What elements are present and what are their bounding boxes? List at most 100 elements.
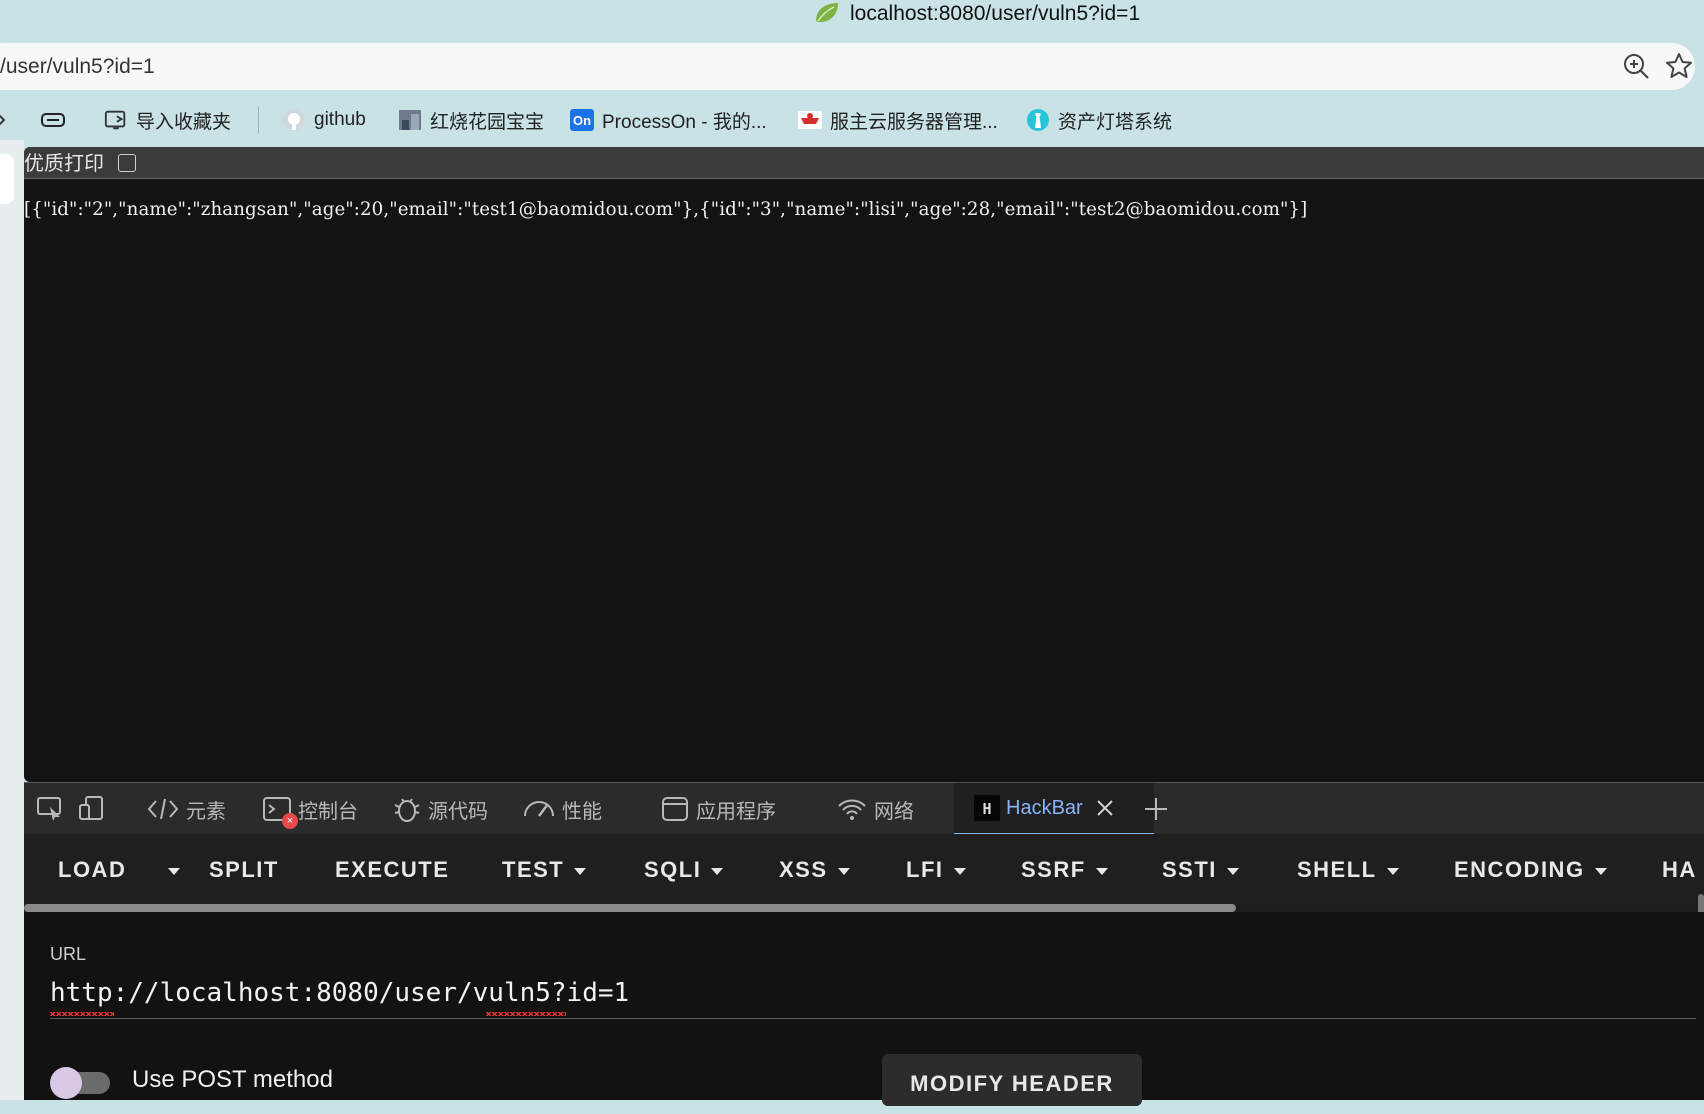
pretty-print-checkbox[interactable] xyxy=(118,154,136,172)
tab-label: HackBar xyxy=(1006,796,1083,819)
inspect-icon[interactable] xyxy=(36,795,64,823)
console-error-badge: × xyxy=(282,813,298,829)
post-toggle-knob[interactable] xyxy=(50,1067,82,1099)
menu-label: ENCODING xyxy=(1454,857,1585,882)
chevron-down-icon xyxy=(837,867,850,875)
chevron-down-icon xyxy=(953,867,966,875)
chevron-down-icon xyxy=(711,867,724,875)
tab-sources[interactable]: 源代码 xyxy=(392,783,488,835)
bookmark-garden[interactable]: 红烧花园宝宝 xyxy=(398,100,544,140)
bookmark-processon[interactable]: On ProcessOn - 我的... xyxy=(570,100,767,140)
sidebar-handle[interactable] xyxy=(0,154,14,204)
bookmarks-bar: 导入收藏夹 github 红烧花园宝宝 On ProcessOn - 我的...… xyxy=(0,100,1704,140)
chevron-down-icon xyxy=(574,867,587,875)
lfi-menu[interactable]: LFI xyxy=(906,852,966,888)
menu-label: SSTI xyxy=(1162,857,1217,882)
cloud-icon xyxy=(798,108,822,132)
bookmark-label: 导入收藏夹 xyxy=(136,111,232,133)
devtools-tab-bar: 元素 控制台 × 源代码 性能 应用程序 网络 H HackBar xyxy=(24,782,1704,835)
bookmark-label: 红烧花园宝宝 xyxy=(430,111,545,133)
close-icon[interactable] xyxy=(1095,798,1115,818)
device-toolbar-icon[interactable] xyxy=(78,795,106,823)
window-title: localhost:8080/user/vuln5?id=1 xyxy=(850,2,1141,25)
chevron-down-icon xyxy=(168,867,180,875)
lighthouse-icon xyxy=(1026,108,1050,132)
address-bar[interactable]: /user/vuln5?id=1 xyxy=(0,43,1695,90)
tab-label: 网络 xyxy=(874,800,914,823)
load-dropdown-button[interactable] xyxy=(158,852,180,888)
wifi-icon xyxy=(838,799,866,820)
bug-icon xyxy=(394,798,420,822)
pretty-print-label: 优质打印 xyxy=(24,151,104,175)
chevron-down-icon xyxy=(1386,867,1399,875)
url-input[interactable]: http://localhost:8080/user/vuln5?id=1 xyxy=(50,978,629,1008)
github-icon xyxy=(282,108,306,132)
bookmark-label: ProcessOn - 我的... xyxy=(602,111,767,133)
tab-label: 控制台 xyxy=(298,800,358,823)
tab-label: 性能 xyxy=(562,800,602,823)
tab-actions-icon[interactable] xyxy=(40,109,66,131)
bookmark-import[interactable]: 导入收藏夹 xyxy=(104,100,231,140)
url-label: URL xyxy=(50,944,87,964)
menu-label: LFI xyxy=(906,857,944,882)
overflow-icon[interactable] xyxy=(0,110,8,130)
modify-header-button[interactable]: MODIFY HEADER xyxy=(882,1054,1142,1106)
tab-elements[interactable]: 元素 xyxy=(146,783,226,835)
add-tab-icon[interactable] xyxy=(1142,795,1170,823)
menu-label: XSS xyxy=(779,857,828,882)
xss-menu[interactable]: XSS xyxy=(779,852,850,888)
code-icon xyxy=(147,798,179,820)
ssrf-menu[interactable]: SSRF xyxy=(1021,852,1108,888)
execute-button[interactable]: EXECUTE xyxy=(335,852,449,888)
devtools-panel: 元素 控制台 × 源代码 性能 应用程序 网络 H HackBar LOAD S… xyxy=(24,782,1704,1106)
url-underline xyxy=(50,1018,1696,1019)
hackbar-body: URL http://localhost:8080/user/vuln5?id=… xyxy=(24,912,1704,1106)
sqli-menu[interactable]: SQLI xyxy=(644,852,724,888)
load-button[interactable]: LOAD xyxy=(58,852,126,888)
test-menu[interactable]: TEST xyxy=(502,852,587,888)
image-icon xyxy=(398,108,422,132)
horizontal-scrollbar[interactable] xyxy=(24,904,1236,912)
sidebar-strip xyxy=(0,140,24,1100)
spring-leaf-icon xyxy=(816,3,838,23)
page-viewport: 优质打印 [{"id":"2","name":"zhangsan","age":… xyxy=(24,147,1704,782)
tab-application[interactable]: 应用程序 xyxy=(660,783,776,835)
shell-menu[interactable]: SHELL xyxy=(1297,852,1399,888)
bookmark-lighthouse[interactable]: 资产灯塔系统 xyxy=(1026,100,1172,140)
encoding-menu[interactable]: ENCODING xyxy=(1454,852,1607,888)
ha-menu[interactable]: HA xyxy=(1662,852,1697,888)
ssti-menu[interactable]: SSTI xyxy=(1162,852,1239,888)
window-title-bar: localhost:8080/user/vuln5?id=1 xyxy=(0,0,1704,40)
menu-label: SQLI xyxy=(644,857,702,882)
tab-label: 元素 xyxy=(186,800,226,823)
tab-network[interactable]: 网络 xyxy=(836,783,914,835)
import-icon xyxy=(104,108,128,132)
spellcheck-underline xyxy=(50,1012,114,1016)
bookmark-label: github xyxy=(314,109,366,130)
tab-console[interactable]: 控制台 xyxy=(262,783,358,835)
menu-label: SSRF xyxy=(1021,857,1086,882)
spellcheck-underline xyxy=(486,1012,566,1016)
bookmarks-divider xyxy=(258,107,259,133)
hackbar-toolbar: LOAD SPLIT EXECUTE TEST SQLI XSS LFI SSR… xyxy=(24,834,1704,954)
svg-text:H: H xyxy=(982,800,991,818)
bookmark-github[interactable]: github xyxy=(282,100,366,140)
chevron-down-icon xyxy=(1095,867,1108,875)
zoom-icon[interactable] xyxy=(1622,52,1650,80)
chevron-down-icon xyxy=(1594,867,1607,875)
post-method-label: Use POST method xyxy=(132,1066,333,1093)
address-url[interactable]: /user/vuln5?id=1 xyxy=(0,43,155,90)
tab-performance[interactable]: 性能 xyxy=(522,783,602,835)
star-icon[interactable] xyxy=(1664,51,1694,81)
split-button[interactable]: SPLIT xyxy=(209,852,279,888)
tab-label: 源代码 xyxy=(428,800,488,823)
chevron-down-icon xyxy=(1226,867,1239,875)
gauge-icon xyxy=(524,801,554,817)
svg-text:On: On xyxy=(573,113,591,128)
tab-hackbar[interactable]: H HackBar xyxy=(954,783,1154,835)
pretty-print-bar: 优质打印 xyxy=(24,147,1704,179)
menu-label: SHELL xyxy=(1297,857,1377,882)
tab-label: 应用程序 xyxy=(696,800,776,823)
bookmark-label: 资产灯塔系统 xyxy=(1058,111,1173,133)
bookmark-cloud[interactable]: 服主云服务器管理... xyxy=(798,100,998,140)
